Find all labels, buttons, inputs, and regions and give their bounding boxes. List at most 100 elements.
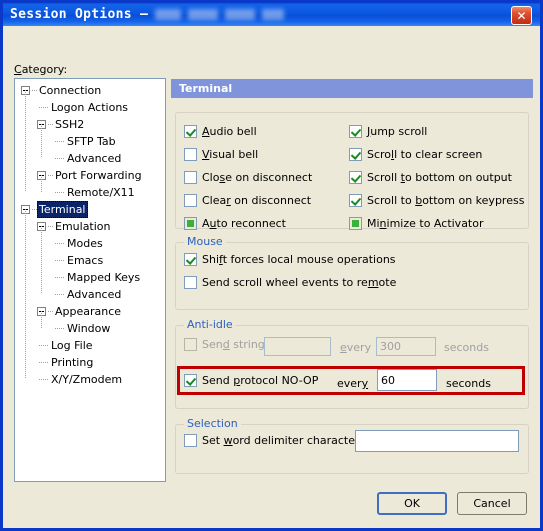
- window-titlebar[interactable]: Session Options – ✕: [0, 0, 543, 26]
- terminal-option-right-checkbox-0[interactable]: [349, 125, 362, 138]
- terminal-option-left-row-3[interactable]: Clear on disconnect: [184, 194, 311, 207]
- send-noop-checkbox[interactable]: [184, 374, 197, 387]
- set-word-delimiter-row[interactable]: Set word delimiter characters:: [184, 434, 369, 447]
- tree-item-advanced[interactable]: Advanced: [15, 286, 165, 303]
- terminal-option-left-label-4: Auto reconnect: [202, 217, 286, 230]
- cancel-button[interactable]: Cancel: [457, 492, 527, 515]
- tree-item-appearance[interactable]: Appearance: [15, 303, 165, 320]
- terminal-option-right-checkbox-3[interactable]: [349, 194, 362, 207]
- mouse-option-label-0: Shift forces local mouse operations: [202, 253, 396, 266]
- ok-button[interactable]: OK: [377, 492, 447, 515]
- send-string-every-label: every: [340, 341, 372, 354]
- tree-connector: [55, 277, 64, 278]
- tree-item-terminal[interactable]: Terminal: [15, 201, 165, 218]
- tree-item-label: Advanced: [67, 288, 122, 301]
- tree-connector: [39, 362, 48, 363]
- terminal-option-left-row-2[interactable]: Close on disconnect: [184, 171, 312, 184]
- terminal-option-right-label-3: Scroll to bottom on keypress: [367, 194, 525, 207]
- tree-item-emacs[interactable]: Emacs: [15, 252, 165, 269]
- tree-connector: [48, 124, 53, 125]
- tree-item-label: Advanced: [67, 152, 122, 165]
- tree-item-label: Modes: [67, 237, 103, 250]
- tree-item-remote-x11[interactable]: Remote/X11: [15, 184, 165, 201]
- tree-item-label: Connection: [39, 84, 102, 97]
- tree-item-label: Port Forwarding: [55, 169, 142, 182]
- tree-item-connection[interactable]: Connection: [15, 82, 165, 99]
- tree-connector: [25, 90, 26, 192]
- send-string-checkbox[interactable]: [184, 338, 197, 351]
- tree-item-sftp-tab[interactable]: SFTP Tab: [15, 133, 165, 150]
- terminal-option-left-checkbox-3[interactable]: [184, 194, 197, 207]
- send-string-label: Send string:: [202, 338, 269, 351]
- terminal-option-left-checkbox-1[interactable]: [184, 148, 197, 161]
- send-string-row[interactable]: Send string:: [184, 338, 269, 351]
- tree-connector: [32, 90, 37, 91]
- tree-item-logon-actions[interactable]: Logon Actions: [15, 99, 165, 116]
- tree-item-label: Appearance: [55, 305, 122, 318]
- tree-item-label: Logon Actions: [51, 101, 129, 114]
- tree-item-modes[interactable]: Modes: [15, 235, 165, 252]
- tree-connector: [41, 226, 42, 294]
- mouse-option-row-0[interactable]: Shift forces local mouse operations: [184, 253, 396, 266]
- tree-item-window[interactable]: Window: [15, 320, 165, 337]
- tree-connector: [39, 379, 48, 380]
- tree-item-label: Mapped Keys: [67, 271, 141, 284]
- tree-connector: [39, 107, 48, 108]
- terminal-option-left-checkbox-2[interactable]: [184, 171, 197, 184]
- send-noop-interval-input[interactable]: [377, 369, 437, 391]
- tree-connector: [25, 209, 26, 379]
- anti-idle-group-legend: Anti-idle: [184, 318, 236, 331]
- tree-item-x-y-zmodem[interactable]: X/Y/Zmodem: [15, 371, 165, 388]
- tree-item-label: SFTP Tab: [67, 135, 116, 148]
- send-noop-label: Send protocol NO-OP: [202, 374, 319, 387]
- terminal-option-right-checkbox-2[interactable]: [349, 171, 362, 184]
- send-string-input[interactable]: [264, 337, 331, 356]
- tree-connector: [39, 345, 48, 346]
- terminal-option-left-label-1: Visual bell: [202, 148, 259, 161]
- tree-item-advanced[interactable]: Advanced: [15, 150, 165, 167]
- terminal-option-right-checkbox-4[interactable]: [349, 217, 362, 230]
- tree-item-log-file[interactable]: Log File: [15, 337, 165, 354]
- tree-item-label: Emulation: [55, 220, 111, 233]
- terminal-option-left-checkbox-0[interactable]: [184, 125, 197, 138]
- tree-item-emulation[interactable]: Emulation: [15, 218, 165, 235]
- send-noop-row[interactable]: Send protocol NO-OP: [184, 374, 318, 387]
- terminal-option-right-row-0[interactable]: Jump scroll: [349, 125, 427, 138]
- mouse-option-checkbox-1[interactable]: [184, 276, 197, 289]
- tree-item-label: X/Y/Zmodem: [51, 373, 123, 386]
- tree-item-printing[interactable]: Printing: [15, 354, 165, 371]
- tree-connector: [41, 311, 42, 328]
- send-string-interval-input[interactable]: [376, 337, 436, 356]
- terminal-option-right-row-3[interactable]: Scroll to bottom on keypress: [349, 194, 524, 207]
- mouse-option-row-1[interactable]: Send scroll wheel events to remote: [184, 276, 396, 289]
- set-word-delimiter-checkbox[interactable]: [184, 434, 197, 447]
- tree-item-label: Terminal: [37, 201, 88, 218]
- terminal-option-right-row-1[interactable]: Scroll to clear screen: [349, 148, 482, 161]
- tree-connector: [55, 192, 64, 193]
- tree-connector: [32, 209, 37, 210]
- terminal-option-right-row-2[interactable]: Scroll to bottom on output: [349, 171, 512, 184]
- session-options-dialog: Category: Connection Logon Actions SSH2 SFT…: [0, 26, 543, 531]
- redacted-title-suffix: [155, 9, 285, 20]
- tree-item-port-forwarding[interactable]: Port Forwarding: [15, 167, 165, 184]
- mouse-option-checkbox-0[interactable]: [184, 253, 197, 266]
- terminal-option-left-checkbox-4[interactable]: [184, 217, 197, 230]
- tree-connector: [55, 294, 64, 295]
- terminal-option-right-label-1: Scroll to clear screen: [367, 148, 483, 161]
- dialog-content: Category: Connection Logon Actions SSH2 SFT…: [3, 26, 540, 515]
- terminal-option-left-row-4[interactable]: Auto reconnect: [184, 217, 286, 230]
- word-delimiter-input[interactable]: [355, 430, 519, 452]
- category-tree[interactable]: Connection Logon Actions SSH2 SFTP Tab Advan…: [14, 78, 166, 482]
- tree-item-mapped-keys[interactable]: Mapped Keys: [15, 269, 165, 286]
- terminal-option-right-checkbox-1[interactable]: [349, 148, 362, 161]
- tree-connector: [55, 243, 64, 244]
- terminal-option-left-row-0[interactable]: Audio bell: [184, 125, 257, 138]
- terminal-option-right-row-4[interactable]: Minimize to Activator: [349, 217, 484, 230]
- close-icon[interactable]: ✕: [511, 6, 532, 25]
- mouse-group-legend: Mouse: [184, 235, 226, 248]
- category-label: Category:: [14, 63, 68, 76]
- tree-connector: [55, 260, 64, 261]
- tree-item-ssh2[interactable]: SSH2: [15, 116, 165, 133]
- tree-connector: [48, 311, 53, 312]
- terminal-option-left-row-1[interactable]: Visual bell: [184, 148, 258, 161]
